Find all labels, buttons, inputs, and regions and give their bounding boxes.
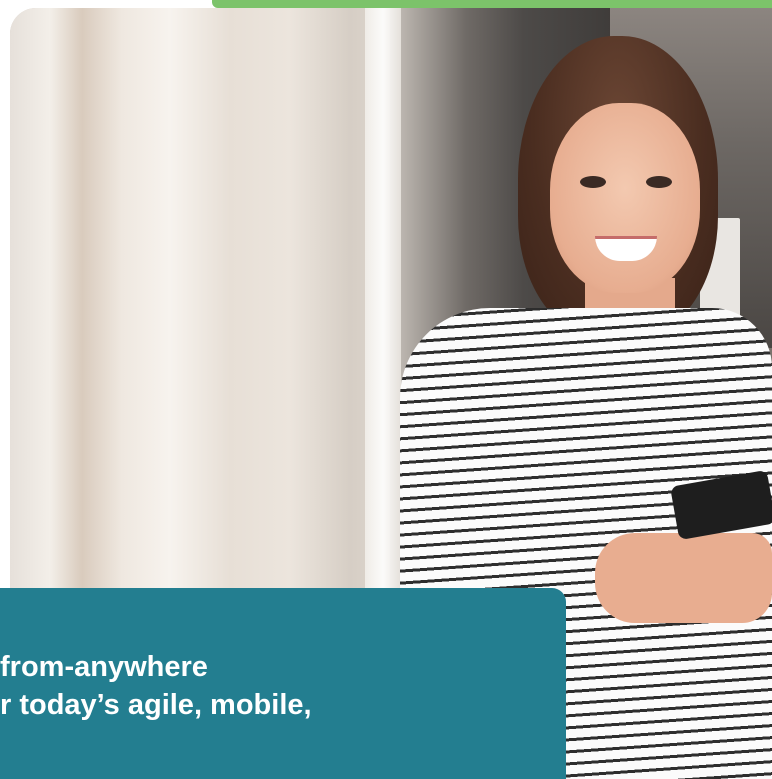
person-face (550, 103, 700, 293)
caption-line-2: r today’s agile, mobile, (0, 689, 312, 721)
caption-text: from-anywhere r today’s agile, mobile, (0, 648, 560, 724)
person-right-eye (646, 176, 672, 188)
caption-line-1: from-anywhere (0, 651, 208, 683)
person-hands (595, 533, 772, 623)
person-left-eye (580, 176, 606, 188)
top-accent-strip (212, 0, 772, 8)
caption-panel: from-anywhere r today’s agile, mobile, (0, 588, 566, 779)
